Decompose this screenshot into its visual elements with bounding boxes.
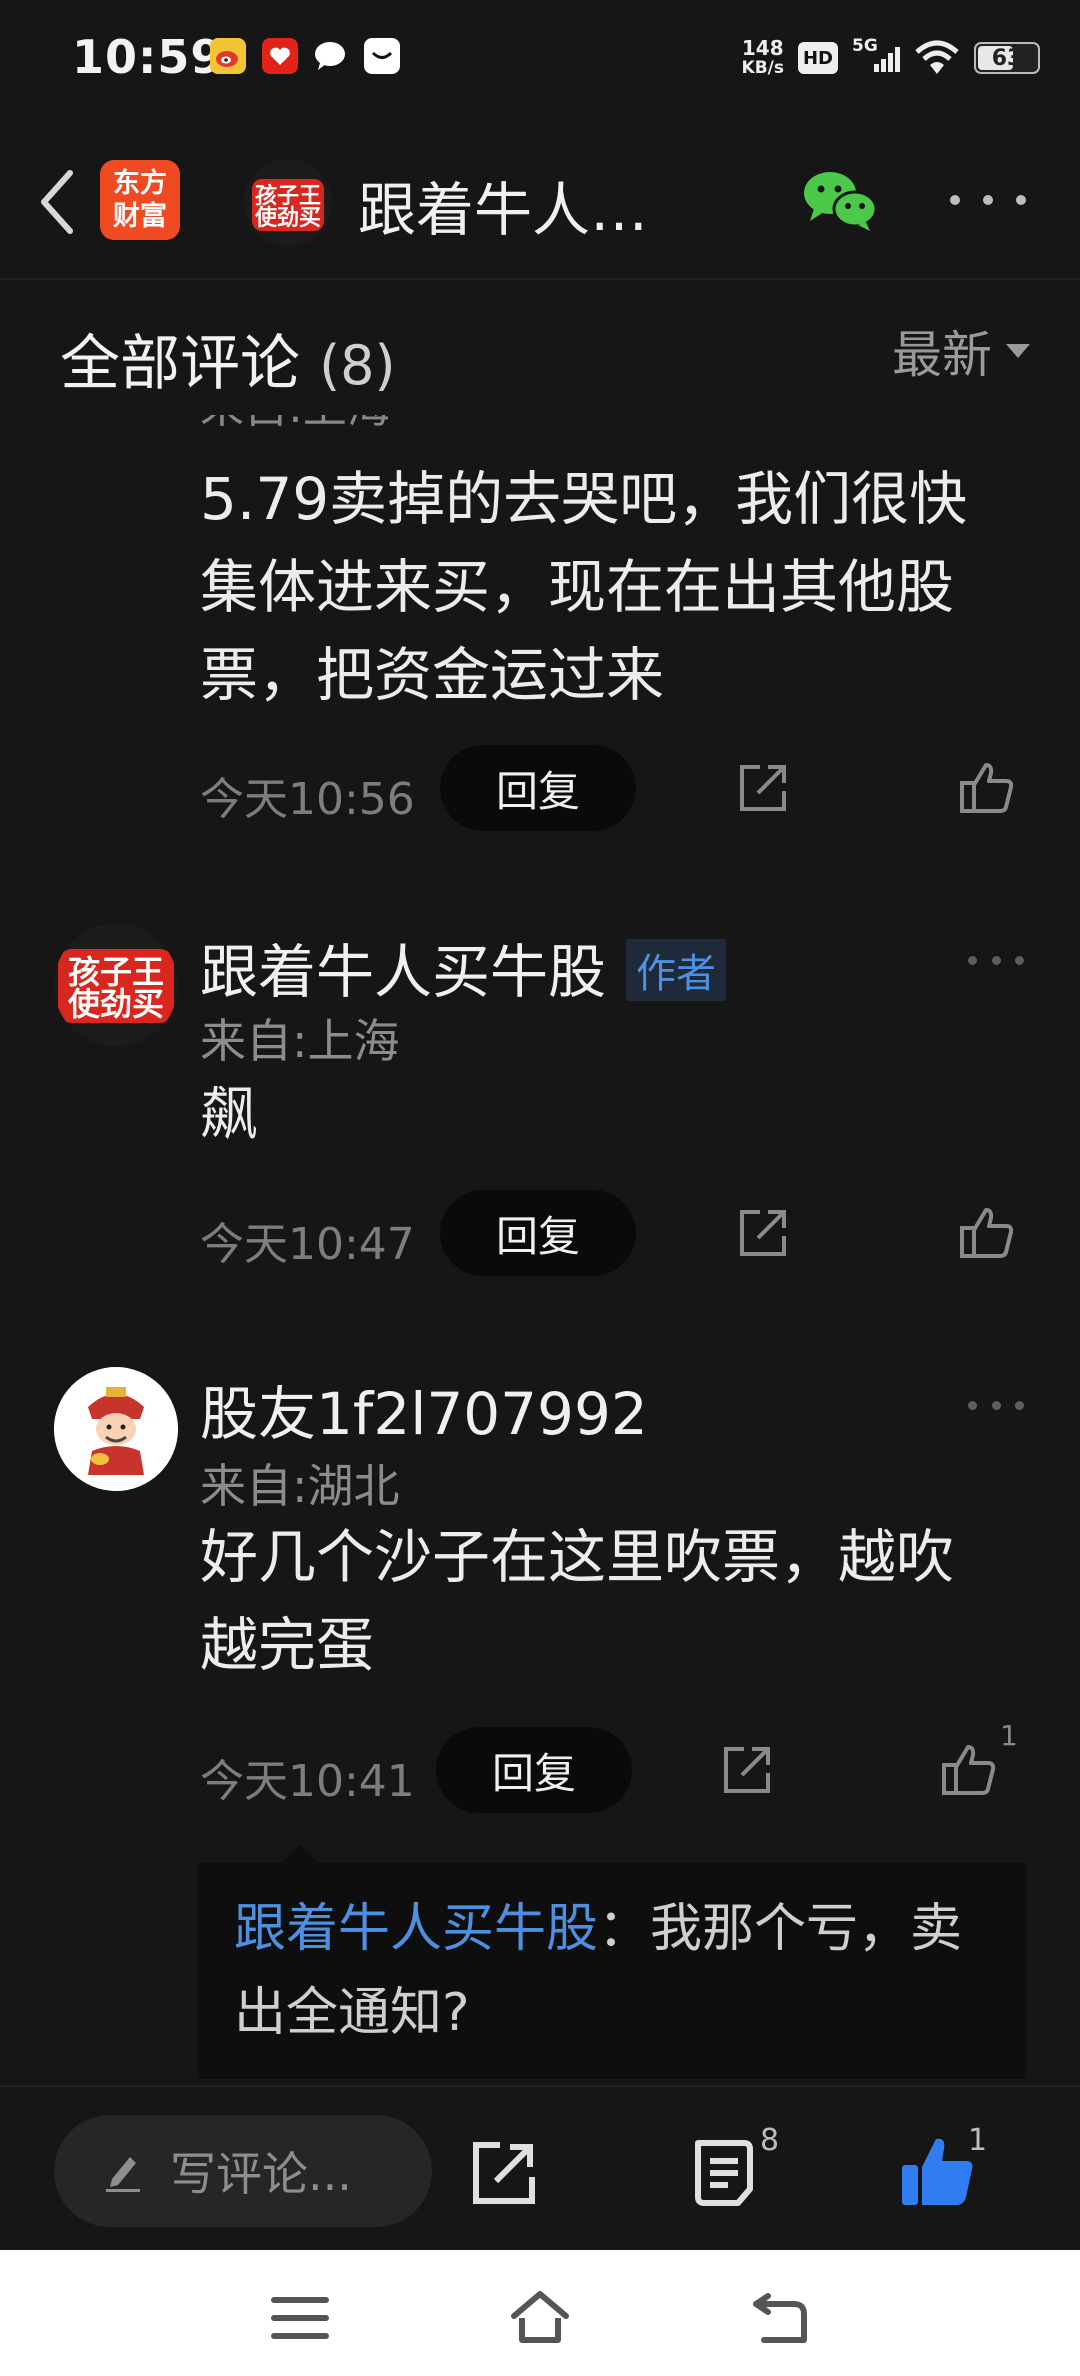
comment-time: 今天10:41 <box>200 1756 415 1807</box>
share-button[interactable] <box>468 2137 540 2209</box>
top-header: 东方 财富 孩子王 使劲买 跟着牛人… <box>0 125 1080 280</box>
like-count: 1 <box>1000 1719 1018 1752</box>
comment-username[interactable]: 股友1f2l707992 <box>200 1367 648 1451</box>
sub-reply[interactable]: 跟着牛人买牛股：我那个亏，卖出全通知? <box>198 1845 1026 2079</box>
write-comment-input[interactable]: 写评论... <box>54 2115 432 2227</box>
avatar[interactable] <box>54 1367 178 1491</box>
menu-icon[interactable] <box>270 2288 330 2348</box>
comments-list-button[interactable] <box>690 2137 762 2209</box>
caret-down-icon <box>1006 344 1030 358</box>
hd-badge: HD <box>798 42 838 74</box>
page-title: 跟着牛人… <box>358 176 649 244</box>
comment-location: 来自:上海 <box>200 1014 400 1068</box>
author-badge: 作者 <box>626 938 727 1001</box>
message-notification-icon <box>312 38 348 74</box>
status-time: 10:59 <box>72 30 224 84</box>
reply-button[interactable]: 回复 <box>440 745 636 831</box>
net-speed: 148 KB/s <box>741 36 784 78</box>
comment-actions: 今天10:41 回复 1 <box>200 1719 1040 1813</box>
status-right: 148 KB/s HD 5G 63 <box>742 30 1040 86</box>
mail-notification-icon <box>364 38 400 74</box>
header-avatar[interactable]: 孩子王 使劲买 <box>244 159 332 247</box>
comment-more-button[interactable] <box>968 1395 1024 1415</box>
more-options-button[interactable] <box>950 180 1026 220</box>
reply-button[interactable]: 回复 <box>440 1190 636 1276</box>
comment-more-button[interactable] <box>968 950 1024 970</box>
bottom-action-bar: 写评论... 8 1 <box>0 2085 1080 2250</box>
sub-reply-username[interactable]: 跟着牛人买牛股 <box>234 1899 598 1959</box>
comments-count: (8) <box>319 334 396 397</box>
comments-header: 全部评论 (8) 最新 <box>0 295 1080 415</box>
system-nav-bar <box>0 2250 1080 2376</box>
comment-time: 今天10:56 <box>200 774 415 825</box>
thumbs-up-icon[interactable] <box>958 759 1016 817</box>
sort-dropdown[interactable]: 最新 <box>892 315 1030 387</box>
avatar[interactable]: 孩子王 使劲买 <box>54 923 178 1047</box>
comment-username[interactable]: 跟着牛人买牛股 作者 <box>200 925 727 1009</box>
like-button[interactable] <box>898 2131 978 2211</box>
status-bar: 10:59 148 KB/s HD 5G 63 <box>0 0 1080 115</box>
comments-title: 全部评论 (8) <box>60 329 396 399</box>
avatar-line-2: 使劲买 <box>67 985 164 1023</box>
pencil-icon <box>106 2157 140 2192</box>
comment-text[interactable]: 好几个沙子在这里吹票，越吹越完蛋 <box>200 1513 1000 1689</box>
back-button[interactable] <box>28 167 88 237</box>
thumbs-up-icon[interactable] <box>940 1741 998 1799</box>
wechat-icon <box>804 172 878 231</box>
comment-actions: 今天10:56 回复 <box>200 745 1040 831</box>
god-of-wealth-avatar-icon <box>54 1367 178 1491</box>
share-icon[interactable] <box>734 759 792 817</box>
comment-time: 今天10:47 <box>200 1219 415 1270</box>
chevron-left-icon <box>41 170 73 234</box>
screen: 10:59 148 KB/s HD 5G 63 东方 财富 孩子王 使劲买 跟着… <box>0 0 1080 2376</box>
comment-text[interactable]: 飙 <box>200 1070 1000 1158</box>
share-icon[interactable] <box>718 1741 776 1799</box>
share-icon[interactable] <box>734 1204 792 1262</box>
comment-actions: 今天10:47 回复 <box>200 1190 1040 1276</box>
comment-list[interactable]: 来自:上海 5.79卖掉的去哭吧，我们很快集体进来买，现在在出其他股票，把资金运… <box>0 405 1080 2085</box>
thumbs-up-icon[interactable] <box>958 1204 1016 1262</box>
reply-button[interactable]: 回复 <box>436 1727 632 1813</box>
like-count-badge: 1 <box>968 2123 988 2158</box>
back-nav-icon[interactable] <box>750 2288 810 2348</box>
wifi-icon <box>914 38 960 78</box>
comment-location: 来自:湖北 <box>200 1459 400 1513</box>
comment-text[interactable]: 5.79卖掉的去哭吧，我们很快集体进来买，现在在出其他股票，把资金运过来 <box>200 455 1000 719</box>
cellular-signal-icon: 5G <box>852 36 900 78</box>
wechat-share-button[interactable] <box>800 165 880 235</box>
battery-icon: 63 <box>974 42 1040 74</box>
home-icon[interactable] <box>510 2288 570 2348</box>
app-notification-icon <box>262 38 298 74</box>
weibo-notification-icon <box>210 38 246 74</box>
comment-count-badge: 8 <box>760 2123 780 2158</box>
avatar-line-2: 使劲买 <box>254 206 321 231</box>
eastmoney-logo[interactable]: 东方 财富 <box>100 160 180 240</box>
